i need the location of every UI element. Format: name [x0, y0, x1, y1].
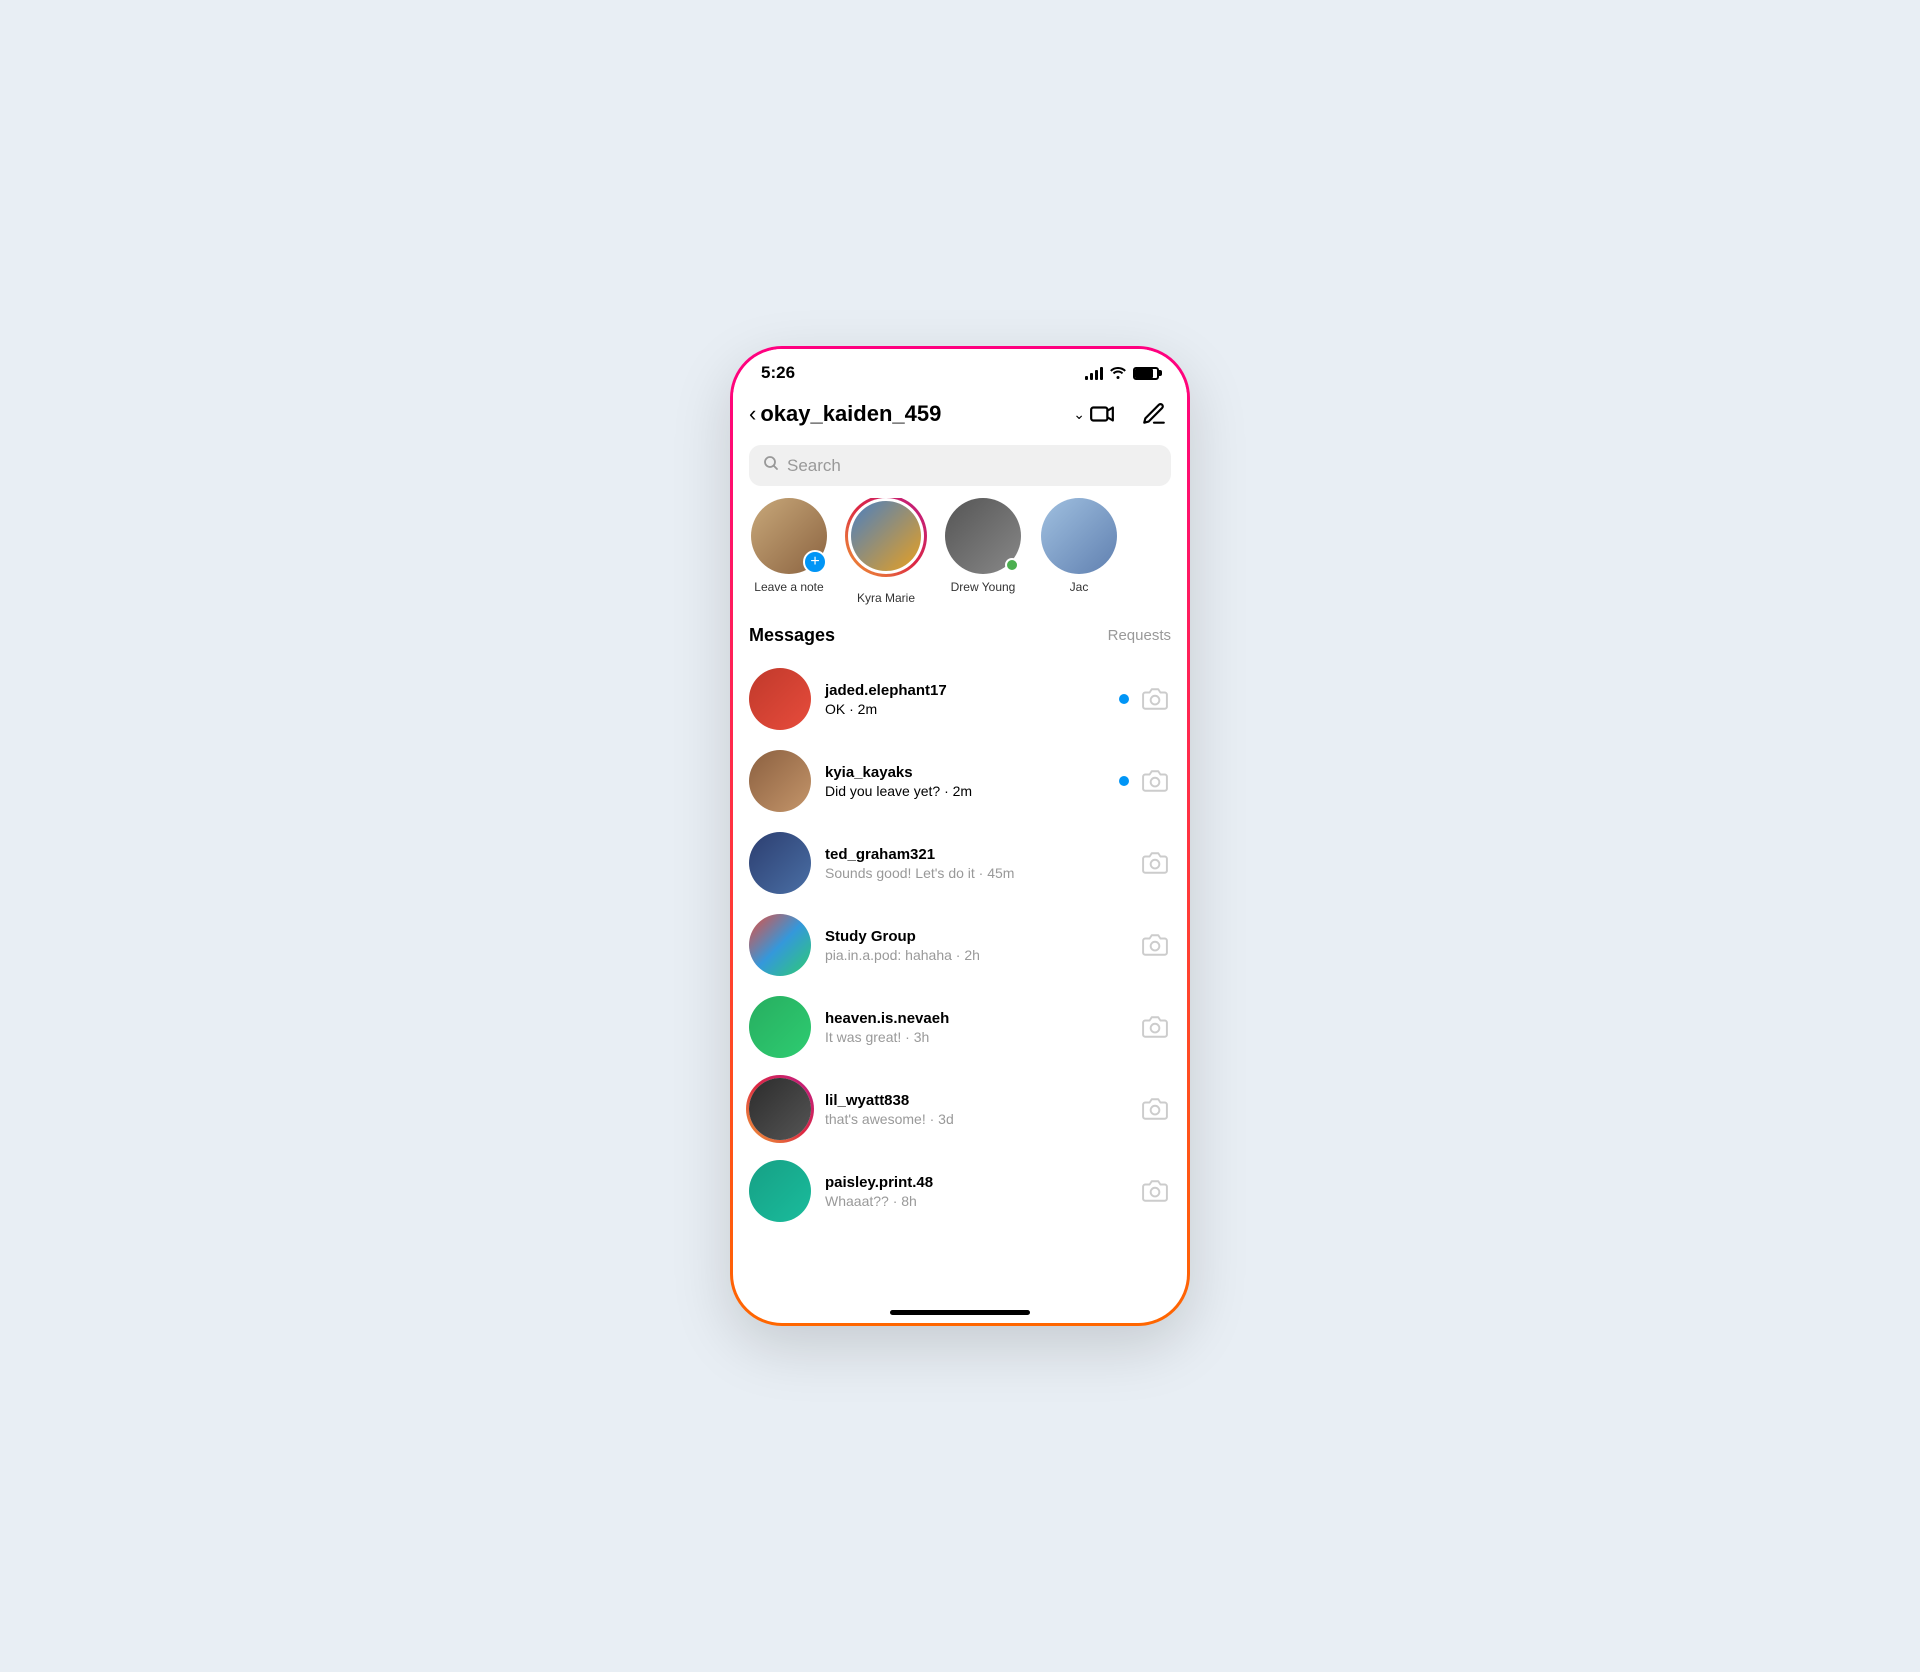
message-item[interactable]: jaded.elephant17 OK · 2m [733, 658, 1187, 740]
message-preview: pia.in.a.pod: hahaha · 2h [825, 947, 1139, 963]
message-item[interactable]: Study Group pia.in.a.pod: hahaha · 2h [733, 904, 1187, 986]
battery-icon [1133, 367, 1159, 380]
signal-icon [1085, 366, 1103, 380]
avatar-wrap [749, 996, 811, 1058]
avatar-wrap [749, 914, 811, 976]
message-username: jaded.elephant17 [825, 682, 1119, 699]
phone-wrapper: 5:26 [730, 346, 1190, 1326]
message-username: Study Group [825, 928, 1139, 945]
unread-indicator [1119, 776, 1129, 786]
story-label-jac: Jac [1070, 580, 1089, 594]
message-right-actions [1139, 929, 1171, 961]
stories-row: + Leave a note Why is tomorrow Monday!? … [733, 498, 1187, 621]
message-right-actions [1119, 683, 1171, 715]
header: ‹ okay_kaiden_459 ⌄ [733, 389, 1187, 441]
message-item[interactable]: heaven.is.nevaeh It was great! · 3h [733, 986, 1187, 1068]
avatar-wrap [749, 1078, 811, 1140]
search-placeholder: Search [787, 456, 841, 476]
messages-title: Messages [749, 625, 835, 646]
camera-button[interactable] [1139, 1175, 1171, 1207]
camera-button[interactable] [1139, 765, 1171, 797]
camera-button[interactable] [1139, 683, 1171, 715]
message-preview: Sounds good! Let's do it · 45m [825, 865, 1139, 881]
story-item-jac[interactable]: Ga... Jac [1039, 498, 1119, 605]
avatar-wrap [749, 668, 811, 730]
search-icon [763, 455, 779, 476]
phone-screen: 5:26 [730, 346, 1190, 1326]
message-right-actions [1119, 765, 1171, 797]
wifi-icon [1109, 365, 1127, 382]
compose-button[interactable] [1137, 397, 1171, 431]
message-right-actions [1139, 1011, 1171, 1043]
avatar-wrap [749, 832, 811, 894]
message-content: Study Group pia.in.a.pod: hahaha · 2h [825, 928, 1139, 963]
message-right-actions [1139, 1175, 1171, 1207]
message-content: kyia_kayaks Did you leave yet? · 2m [825, 764, 1119, 799]
message-content: heaven.is.nevaeh It was great! · 3h [825, 1010, 1139, 1045]
unread-indicator [1119, 694, 1129, 704]
camera-button[interactable] [1139, 847, 1171, 879]
back-button[interactable]: ‹ [749, 401, 756, 427]
chevron-down-icon[interactable]: ⌄ [1073, 406, 1085, 423]
own-story-label: Leave a note [754, 580, 823, 594]
header-action-icons [1085, 397, 1171, 431]
message-right-actions [1139, 1093, 1171, 1125]
message-username: paisley.print.48 [825, 1174, 1139, 1191]
message-content: ted_graham321 Sounds good! Let's do it ·… [825, 846, 1139, 881]
message-preview: It was great! · 3h [825, 1029, 1139, 1045]
status-bar: 5:26 [733, 349, 1187, 389]
status-icons [1085, 365, 1159, 382]
camera-button[interactable] [1139, 1093, 1171, 1125]
message-preview: Did you leave yet? · 2m [825, 783, 1119, 799]
message-username: heaven.is.nevaeh [825, 1010, 1139, 1027]
message-preview: that's awesome! · 3d [825, 1111, 1139, 1127]
video-call-button[interactable] [1085, 397, 1119, 431]
message-right-actions [1139, 847, 1171, 879]
story-item-drew[interactable]: Finally landing in NYC! ❤️ Drew Young [943, 498, 1023, 605]
message-username: ted_graham321 [825, 846, 1139, 863]
header-username: okay_kaiden_459 [760, 401, 1069, 427]
message-item[interactable]: paisley.print.48 Whaaat?? · 8h [733, 1150, 1187, 1232]
online-indicator [1005, 558, 1019, 572]
avatar-wrap [749, 750, 811, 812]
own-story-item[interactable]: + Leave a note [749, 498, 829, 605]
story-label-kyra: Kyra Marie [857, 591, 915, 605]
message-item[interactable]: kyia_kayaks Did you leave yet? · 2m [733, 740, 1187, 822]
requests-button[interactable]: Requests [1108, 627, 1171, 644]
message-preview: OK · 2m [825, 701, 1119, 717]
message-item[interactable]: lil_wyatt838 that's awesome! · 3d [733, 1068, 1187, 1150]
message-username: kyia_kayaks [825, 764, 1119, 781]
message-content: lil_wyatt838 that's awesome! · 3d [825, 1092, 1139, 1127]
story-label-drew: Drew Young [951, 580, 1016, 594]
home-indicator [890, 1310, 1030, 1315]
search-bar[interactable]: Search [749, 445, 1171, 486]
messages-list: jaded.elephant17 OK · 2m [733, 658, 1187, 1302]
message-item[interactable]: ted_graham321 Sounds good! Let's do it ·… [733, 822, 1187, 904]
add-story-button[interactable]: + [803, 550, 827, 574]
message-preview: Whaaat?? · 8h [825, 1193, 1139, 1209]
messages-header: Messages Requests [733, 621, 1187, 658]
message-content: paisley.print.48 Whaaat?? · 8h [825, 1174, 1139, 1209]
message-username: lil_wyatt838 [825, 1092, 1139, 1109]
camera-button[interactable] [1139, 1011, 1171, 1043]
camera-button[interactable] [1139, 929, 1171, 961]
status-time: 5:26 [761, 363, 795, 383]
avatar-wrap [749, 1160, 811, 1222]
message-content: jaded.elephant17 OK · 2m [825, 682, 1119, 717]
story-item-kyra[interactable]: Why is tomorrow Monday!? 😩 Kyra Marie [845, 498, 927, 605]
